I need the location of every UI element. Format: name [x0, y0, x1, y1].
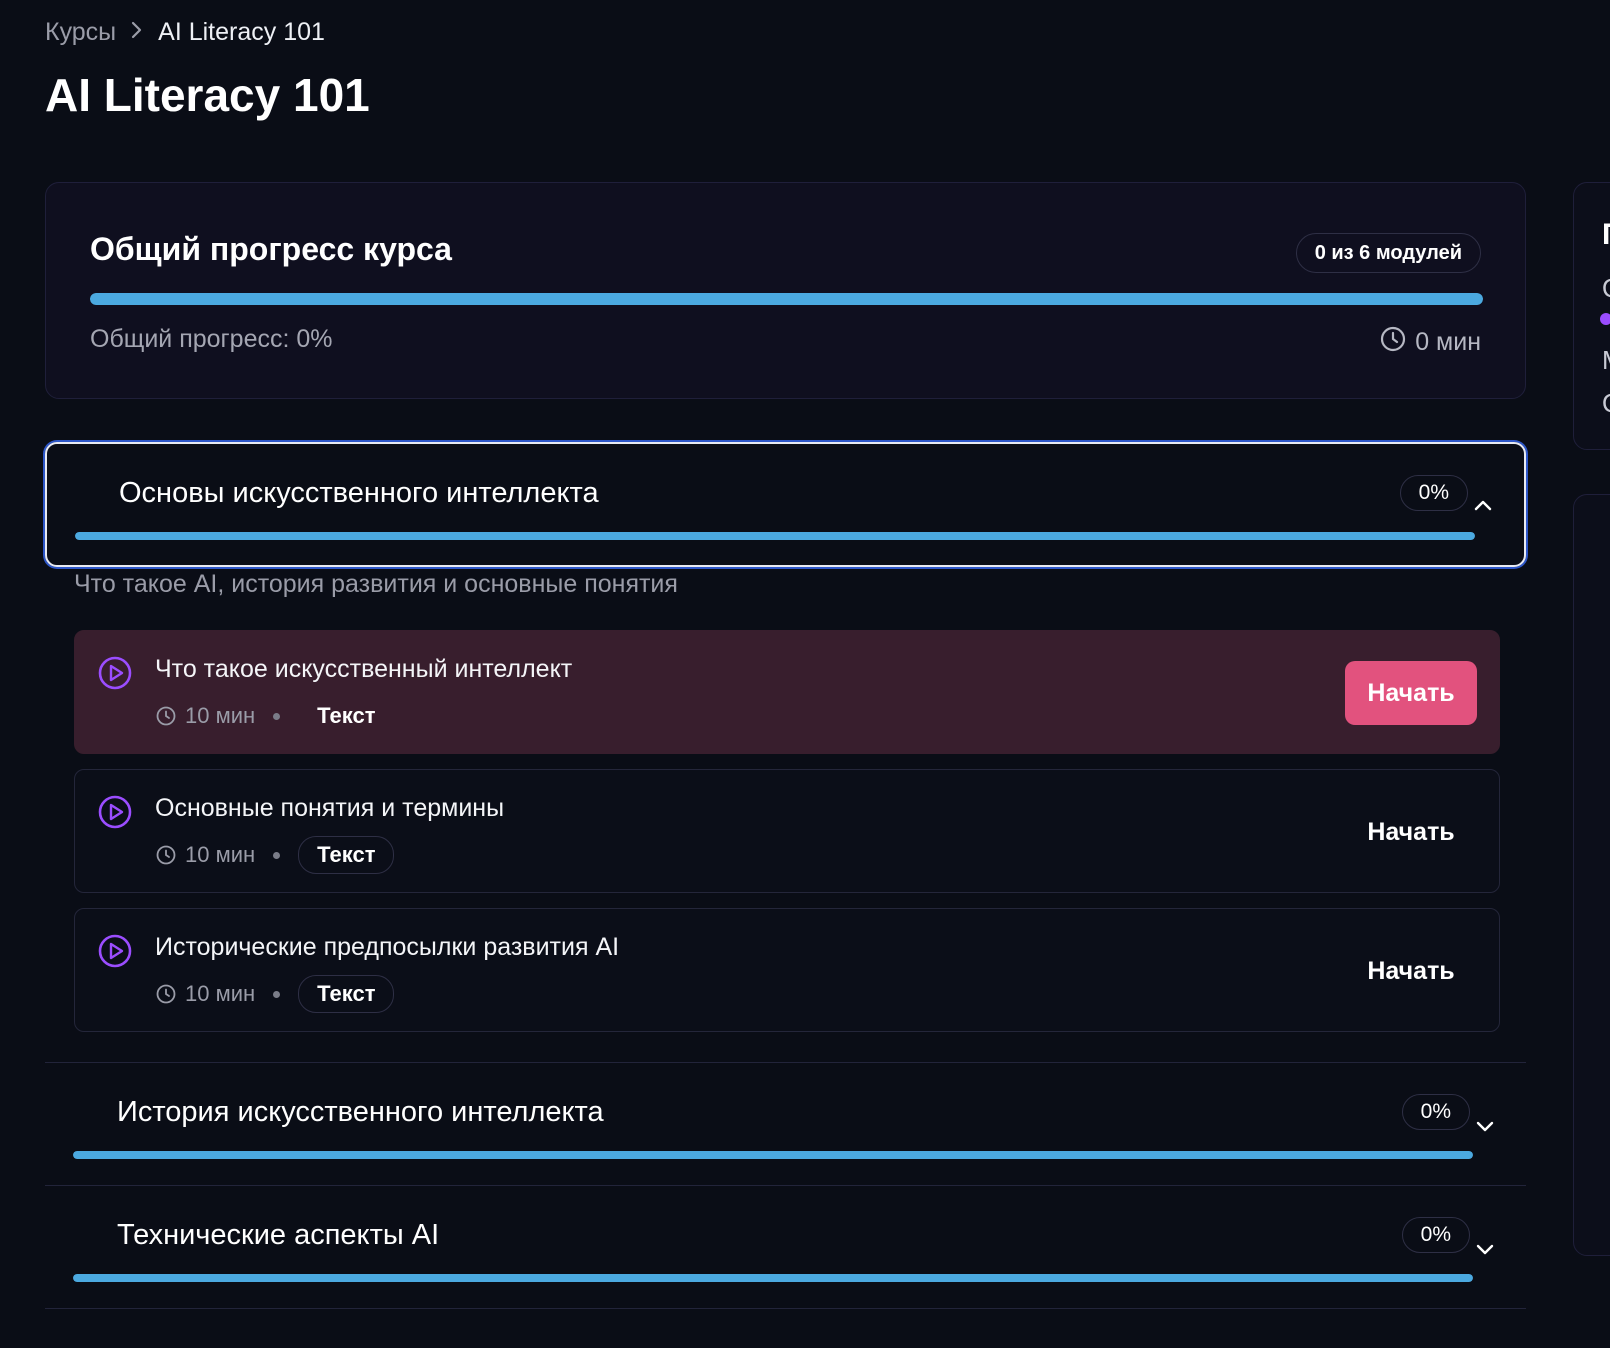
module-percent-badge: 0% [1401, 1217, 1470, 1253]
module-percent-badge: 0% [1399, 475, 1468, 511]
course-progress-label: Общий прогресс: 0% [90, 325, 333, 353]
breadcrumb: Курсы AI Literacy 101 [45, 18, 325, 47]
lesson-meta: 10 мин Текст [155, 697, 394, 735]
side-panel-title: П [1602, 218, 1610, 252]
module-progress-bar [73, 1274, 1473, 1282]
clock-icon [155, 705, 177, 727]
start-lesson-button[interactable]: Начать [1345, 661, 1477, 725]
lesson-item[interactable]: Что такое искусственный интеллект 10 мин… [74, 630, 1500, 754]
chevron-down-icon[interactable] [1474, 1115, 1496, 1137]
lesson-duration: 10 мин [185, 842, 256, 867]
lesson-type-badge: Текст [317, 703, 376, 728]
start-lesson-button[interactable]: Начать [1345, 939, 1477, 1003]
module-header-2[interactable]: История искусственного интеллекта 0% [45, 1063, 1526, 1185]
chevron-right-icon [130, 18, 144, 47]
lesson-meta: 10 мин Текст [155, 975, 395, 1013]
course-progress-bar-fill [90, 293, 1483, 305]
page-title: AI Literacy 101 [45, 69, 370, 121]
course-progress-card: Общий прогресс курса 0 из 6 модулей Общи… [45, 182, 1526, 399]
lesson-duration: 10 мин [185, 981, 256, 1006]
lesson-type-badge: Текст [298, 975, 395, 1013]
separator-dot [273, 990, 281, 998]
module-title: Основы искусственного интеллекта [119, 477, 599, 509]
lesson-title: Основные понятия и термины [155, 794, 505, 822]
module-progress-bar-fill [73, 1151, 1473, 1159]
clock-icon [155, 844, 177, 866]
module-progress-bar [73, 1151, 1473, 1159]
side-panel-text: О [1602, 388, 1610, 419]
module-percent-badge: 0% [1401, 1094, 1470, 1130]
module-title: Технические аспекты AI [117, 1219, 440, 1251]
lesson-item[interactable]: Основные понятия и термины 10 мин Текст … [74, 769, 1500, 893]
play-circle-icon [97, 794, 133, 830]
lesson-item[interactable]: Исторические предпосылки развития AI 10 … [74, 908, 1500, 1032]
clock-icon [1379, 325, 1407, 360]
side-panel: П О М О [1573, 182, 1610, 450]
modules-count-badge: 0 из 6 модулей [1295, 233, 1481, 273]
module-description: Что такое AI, история развития и основны… [74, 570, 678, 598]
separator-dot [273, 712, 281, 720]
module-progress-bar-fill [73, 1274, 1473, 1282]
separator-dot [273, 851, 281, 859]
play-circle-icon [97, 933, 133, 969]
side-panel-secondary [1573, 494, 1610, 1256]
module-header-1[interactable]: Основы искусственного интеллекта 0% [45, 442, 1526, 567]
side-panel-text: М [1602, 345, 1610, 376]
course-time: 0 мин [1379, 325, 1481, 360]
chevron-down-icon[interactable] [1474, 1238, 1496, 1260]
module-progress-bar [75, 532, 1475, 540]
lesson-meta: 10 мин Текст [155, 836, 395, 874]
course-progress-title: Общий прогресс курса [90, 231, 452, 267]
course-progress-bar [90, 293, 1483, 305]
lesson-title: Что такое искусственный интеллект [155, 655, 573, 683]
play-circle-icon [97, 655, 133, 691]
status-dot [1600, 313, 1610, 325]
side-panel-text: О [1602, 273, 1610, 304]
course-time-value: 0 мин [1415, 328, 1481, 356]
module-title: История искусственного интеллекта [117, 1096, 604, 1128]
module-progress-bar-fill [75, 532, 1475, 540]
module-header-3[interactable]: Технические аспекты AI 0% [45, 1186, 1526, 1308]
clock-icon [155, 983, 177, 1005]
module-divider [45, 1308, 1526, 1309]
lesson-title: Исторические предпосылки развития AI [155, 933, 620, 961]
lesson-duration: 10 мин [185, 703, 256, 728]
chevron-up-icon[interactable] [1472, 494, 1494, 516]
breadcrumb-courses-link[interactable]: Курсы [45, 18, 116, 47]
breadcrumb-current: AI Literacy 101 [158, 18, 325, 46]
start-lesson-button[interactable]: Начать [1345, 800, 1477, 864]
lesson-type-badge: Текст [298, 836, 395, 874]
